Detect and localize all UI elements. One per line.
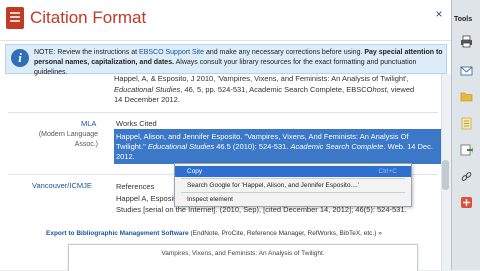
- dialog-titlebar: Citation Format ×: [0, 0, 451, 41]
- folder-icon[interactable]: [460, 90, 473, 103]
- mla-style-name: MLA: [81, 119, 97, 128]
- citation-doc-icon: [6, 7, 24, 29]
- export-icon[interactable]: [460, 143, 473, 156]
- harvard-text-3: , viewed: [386, 84, 415, 94]
- citation-format-dialog: Citation Format × i NOTE: Review the ins…: [0, 0, 452, 271]
- harvard-journal: Educational Studies: [114, 84, 181, 94]
- menu-separator: [181, 192, 405, 193]
- context-menu-copy[interactable]: Copy Ctrl+C: [175, 166, 411, 177]
- copy-shortcut: Ctrl+C: [378, 168, 397, 175]
- citation-preview: Vampires, Vixens, and Feminists: An Anal…: [68, 244, 418, 271]
- harvard-citation: Happel, A, & Esposito, J 2010, 'Vampires…: [114, 74, 436, 106]
- mla-heading: Works Cited: [116, 119, 157, 128]
- export-row: Export to Bibliographic Management Softw…: [46, 230, 382, 237]
- scrollbar-thumb[interactable]: [442, 160, 449, 190]
- harvard-text-2: , 46, 5, pp. 524-531, Academic Search Co…: [180, 84, 373, 94]
- mla-database: Academic Search Complete: [290, 142, 384, 151]
- note-banner: i NOTE: Review the instructions at EBSCO…: [5, 44, 447, 76]
- context-menu: Copy Ctrl+C Search Google for 'Happel, A…: [174, 163, 412, 207]
- mla-journal: Educational Studies: [147, 142, 215, 151]
- mla-text-2: 46.5 (2010): 524-531.: [216, 142, 289, 151]
- note-mid: and make any necessary corrections befor…: [205, 49, 363, 56]
- harvard-text-4: 14 December 2012.: [114, 95, 180, 104]
- harvard-text-1: Happel, A, & Esposito, J 2010, 'Vampires…: [114, 74, 409, 83]
- menu-separator: [181, 178, 405, 179]
- inspect-label: Inspect element: [187, 196, 233, 203]
- search-google-label: Search Google for 'Happel, Alison, and J…: [187, 182, 359, 189]
- harvard-host: host: [372, 84, 387, 94]
- dialog-title: Citation Format: [30, 8, 147, 27]
- note-icon[interactable]: [460, 117, 473, 130]
- info-icon: i: [11, 49, 29, 67]
- copy-label: Copy: [187, 168, 203, 175]
- vancouver-heading: References: [116, 182, 155, 191]
- close-icon[interactable]: ×: [433, 8, 445, 20]
- preview-title: Vampires, Vixens, and Feminists: An Anal…: [161, 250, 325, 257]
- tools-label: Tools: [454, 16, 473, 23]
- context-menu-inspect[interactable]: Inspect element: [175, 194, 411, 205]
- link-icon[interactable]: [460, 170, 473, 183]
- tools-panel: Tools: [452, 0, 480, 270]
- email-icon[interactable]: [460, 64, 473, 77]
- vancouver-style-name: Vancouver/ICMJE: [32, 181, 92, 190]
- add-icon[interactable]: [460, 196, 473, 209]
- support-site-link[interactable]: EBSCO Support Site: [139, 49, 204, 56]
- mla-style-subtitle: (Modern Language Assoc.): [38, 131, 98, 148]
- divider: [8, 112, 438, 113]
- context-menu-search-google[interactable]: Search Google for 'Happel, Alison, and J…: [175, 180, 411, 191]
- export-targets: (EndNote, ProCite, Reference Manager, Re…: [190, 230, 382, 237]
- export-link[interactable]: Export to Bibliographic Management Softw…: [46, 230, 189, 237]
- printer-icon[interactable]: [460, 35, 473, 48]
- note-prefix: NOTE: Review the instructions at: [34, 49, 138, 56]
- mla-citation[interactable]: Happel, Alison, and Jennifer Esposito. "…: [116, 132, 440, 162]
